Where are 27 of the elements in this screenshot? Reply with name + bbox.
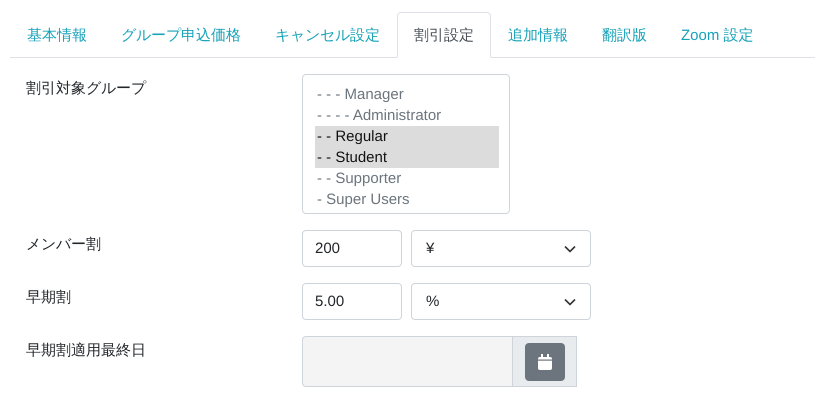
listbox-option[interactable]: - - - Manager <box>315 84 499 105</box>
chevron-down-icon <box>564 244 576 252</box>
unit-select[interactable]: % <box>411 283 591 320</box>
calendar-button[interactable] <box>524 342 564 380</box>
field-label: 早期割 <box>26 288 72 307</box>
listbox-option[interactable]: - Super Users <box>315 189 499 210</box>
amount-field[interactable]: 5.00 <box>302 283 402 320</box>
group-listbox[interactable]: - - - Manager - - - - Administrator - - Regular - - Student - - Supporter - Super Users <box>302 74 510 214</box>
amount-field[interactable]: 200 <box>302 230 402 267</box>
tab[interactable]: キャンセル設定 <box>258 12 397 58</box>
listbox-option[interactable]: - - Student <box>315 147 499 168</box>
unit-select[interactable]: ¥ <box>411 230 591 267</box>
chevron-down-icon <box>564 298 576 306</box>
tab[interactable]: 翻訳版 <box>585 12 664 58</box>
field-label: メンバー割 <box>26 235 102 254</box>
tab[interactable]: グループ申込価格 <box>104 12 258 58</box>
field-label: 割引対象グループ <box>26 79 148 98</box>
tab[interactable]: 追加情報 <box>491 12 585 58</box>
tab[interactable]: 基本情報 <box>10 12 104 58</box>
listbox-option[interactable]: - - Supporter <box>315 168 499 189</box>
calendar-icon <box>538 354 552 370</box>
listbox-option[interactable]: - - - - Administrator <box>315 105 499 126</box>
date-field[interactable] <box>302 336 512 387</box>
tab[interactable]: Zoom 設定 <box>664 12 771 58</box>
tab[interactable]: 割引設定 <box>397 12 491 58</box>
field-label: 早期割適用最終日 <box>26 341 147 360</box>
listbox-option[interactable]: - - Regular <box>315 126 499 147</box>
